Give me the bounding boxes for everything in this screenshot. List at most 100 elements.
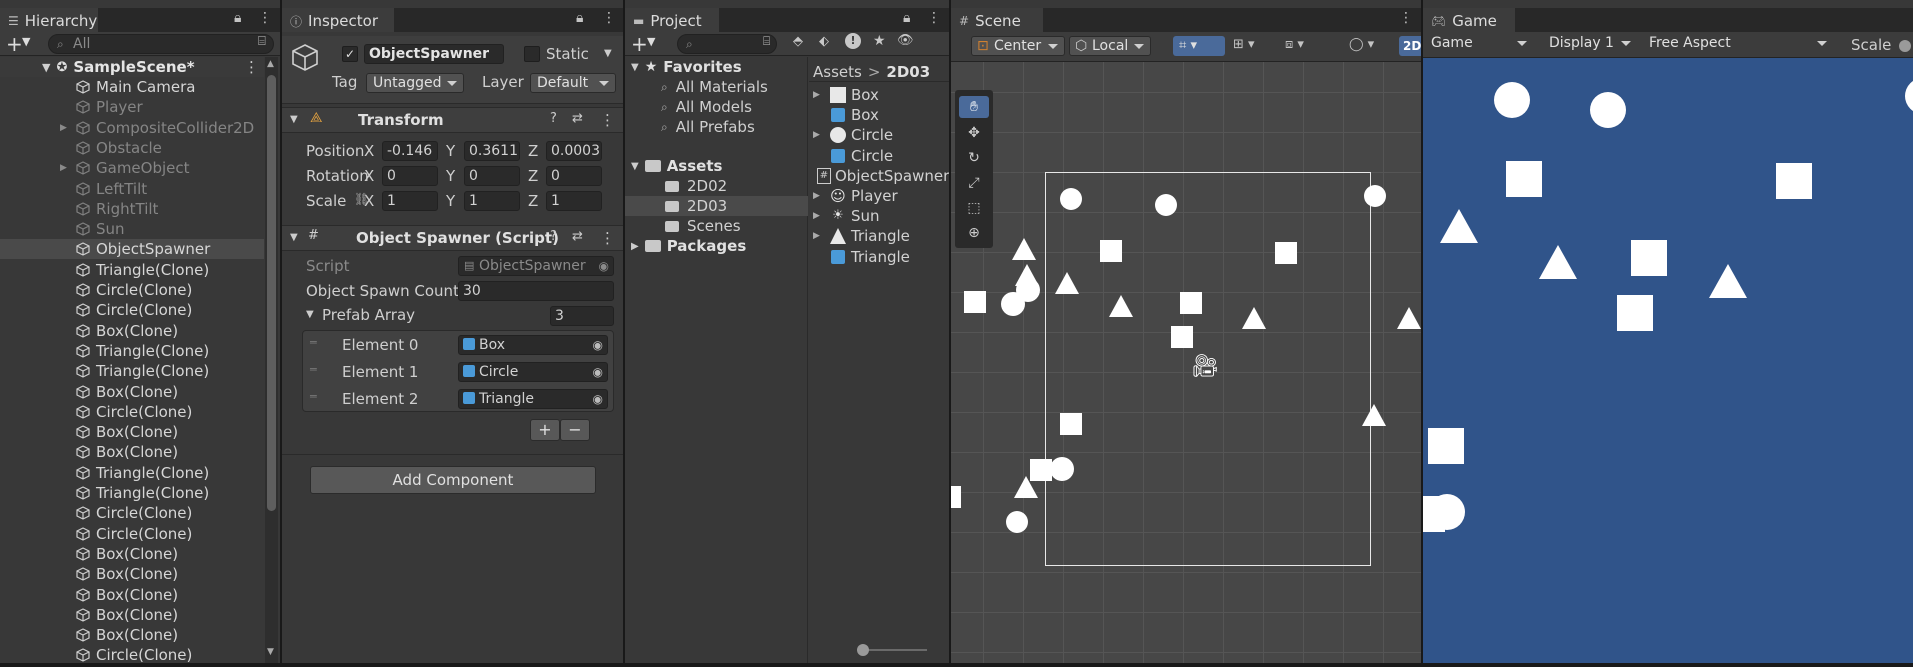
scene-circle[interactable]	[1006, 511, 1028, 533]
foldout-arrow-icon[interactable]: ▼	[290, 114, 298, 125]
help-icon[interactable]: ?	[550, 229, 557, 244]
scene-viewport[interactable]: ✋︎ ✥ ↻ ⤢ ⬚ ⊕ 🎥︎	[951, 62, 1421, 663]
2d-toggle[interactable]: 2D	[1399, 36, 1421, 56]
spawn-count-field[interactable]: 30	[458, 281, 614, 301]
array-element-field[interactable]: Triangle ◉	[458, 389, 608, 409]
aspect-dropdown[interactable]: Free Aspect	[1643, 34, 1833, 54]
more-menu-icon[interactable]: ⋮	[1399, 10, 1413, 26]
hierarchy-item[interactable]: Triangle(Clone)	[0, 483, 264, 503]
add-element-button[interactable]: +	[530, 419, 560, 441]
scene-circle[interactable]	[1001, 292, 1025, 316]
axis-y-label[interactable]: Y	[446, 167, 455, 185]
scene-box[interactable]	[1171, 326, 1193, 348]
rotate-tool[interactable]: ↻	[959, 147, 989, 169]
expand-arrow-icon[interactable]: ▶	[813, 231, 825, 241]
packages-row[interactable]: ▶ Packages	[625, 236, 746, 256]
array-element-field[interactable]: Box ◉	[458, 335, 608, 355]
more-menu-icon[interactable]: ⋮	[927, 10, 941, 26]
scene-triangle[interactable]	[1014, 476, 1038, 498]
pivot-dropdown[interactable]: ⊡ Center	[971, 36, 1065, 56]
hierarchy-item[interactable]: Triangle(Clone)	[0, 361, 264, 381]
axis-x-label[interactable]: X	[364, 142, 374, 160]
move-tool[interactable]: ✥	[959, 122, 989, 144]
add-button[interactable]: +	[6, 32, 23, 56]
axis-z-label[interactable]: Z	[528, 192, 538, 210]
axis-y-label[interactable]: Y	[446, 192, 455, 210]
axis-y-label[interactable]: Y	[446, 142, 455, 160]
star-icon[interactable]: ★	[873, 33, 886, 49]
hierarchy-item[interactable]: Triangle(Clone)	[0, 260, 264, 280]
hierarchy-item[interactable]: Box(Clone)	[0, 605, 264, 625]
scene-box[interactable]	[1180, 292, 1202, 314]
hierarchy-item[interactable]: Circle(Clone)	[0, 524, 264, 544]
chevron-down-icon[interactable]: ▼	[22, 35, 30, 48]
expand-arrow-icon[interactable]: ▼	[631, 161, 639, 172]
help-icon[interactable]: ?	[550, 111, 557, 126]
asset-folder-item[interactable]: 2D02	[625, 176, 808, 196]
asset-file-item[interactable]: ▶ ☀ Sun	[809, 206, 949, 226]
lock-icon[interactable]: 🔒︎	[576, 10, 583, 26]
hierarchy-item[interactable]: RightTilt	[0, 199, 264, 219]
expand-arrow-icon[interactable]: ▶	[60, 123, 72, 133]
increment-snap-icon[interactable]: ⧈ ▾	[1285, 37, 1304, 52]
add-button[interactable]: +	[631, 32, 648, 56]
more-menu-icon[interactable]: ⋮	[600, 111, 615, 129]
array-size-field[interactable]: 3	[550, 306, 614, 326]
transform-position-y-field[interactable]: 0.3611	[464, 141, 520, 161]
tab-project[interactable]: ▬ Project	[625, 8, 719, 32]
asset-file-item[interactable]: Box	[809, 105, 949, 125]
transform-rotation-y-field[interactable]: 0	[464, 166, 520, 186]
zoom-slider-handle[interactable]	[857, 644, 869, 656]
object-picker-icon[interactable]: ◉	[593, 336, 603, 354]
hierarchy-item[interactable]: Circle(Clone)	[0, 503, 264, 523]
draw-mode-icon[interactable]: ◯ ▾	[1349, 37, 1374, 52]
expand-arrow-icon[interactable]: ▶	[813, 191, 825, 201]
expand-arrow-icon[interactable]: ▼	[42, 61, 50, 74]
scale-slider-handle[interactable]	[1899, 40, 1911, 52]
transform-position-z-field[interactable]: 0.0003	[546, 141, 602, 161]
hierarchy-scrollbar[interactable]: ▲ ▼	[265, 57, 278, 663]
script-component-header[interactable]: ▼ # Object Spawner (Script) ? ⇄ ⋮	[282, 225, 623, 251]
search-input[interactable]: ⌕ All	[48, 34, 274, 54]
asset-folder-item[interactable]: 2D03	[625, 196, 808, 216]
camera-icon[interactable]: 🎥︎	[1191, 354, 1219, 379]
hierarchy-item[interactable]: Triangle(Clone)	[0, 463, 264, 483]
expand-arrow-icon[interactable]: ▶	[60, 163, 72, 173]
active-checkbox[interactable]: ✓	[342, 46, 358, 62]
hierarchy-item[interactable]: Player	[0, 97, 264, 117]
add-component-button[interactable]: Add Component	[310, 466, 596, 494]
scene-circle[interactable]	[1050, 457, 1074, 481]
asset-file-item[interactable]: ▶ Triangle	[809, 226, 949, 246]
expand-arrow-icon[interactable]: ▼	[631, 62, 639, 73]
hidden-count-icon[interactable]: 👁︎	[897, 33, 914, 48]
axis-z-label[interactable]: Z	[528, 142, 538, 160]
label-filter-icon[interactable]: ⬖	[819, 34, 829, 49]
hierarchy-item[interactable]: Circle(Clone)	[0, 402, 264, 422]
expand-arrow-icon[interactable]: ▶	[813, 130, 825, 140]
object-picker-icon[interactable]: ◉	[599, 257, 609, 275]
scroll-up-icon[interactable]: ▲	[267, 59, 274, 69]
scene-triangle[interactable]	[1055, 272, 1079, 294]
asset-file-item[interactable]: Circle	[809, 146, 949, 166]
filter-icon[interactable]: ⌸	[258, 34, 266, 49]
array-element-field[interactable]: Circle ◉	[458, 362, 608, 382]
gameobject-cube-icon[interactable]	[290, 42, 320, 76]
type-filter-icon[interactable]: ⬘	[793, 34, 803, 49]
preset-icon[interactable]: ⇄	[572, 229, 583, 244]
game-view-dropdown[interactable]: Game	[1425, 34, 1533, 54]
remove-element-button[interactable]: −	[560, 419, 590, 441]
hierarchy-item[interactable]: Sun	[0, 219, 264, 239]
hierarchy-item[interactable]: Box(Clone)	[0, 321, 264, 341]
axis-z-label[interactable]: Z	[528, 167, 538, 185]
warning-icon[interactable]: !	[845, 33, 861, 49]
more-menu-icon[interactable]: ⋮	[244, 58, 259, 76]
hierarchy-item[interactable]: Box(Clone)	[0, 442, 264, 462]
lock-icon[interactable]: 🔒︎	[903, 10, 910, 26]
filter-icon[interactable]: ⌸	[763, 34, 770, 49]
transform-rotation-z-field[interactable]: 0	[546, 166, 602, 186]
space-dropdown[interactable]: ⬡ Local	[1069, 36, 1151, 56]
more-menu-icon[interactable]: ⋮	[258, 10, 272, 26]
hierarchy-item[interactable]: ▶ CompositeCollider2D	[0, 118, 264, 138]
hierarchy-item[interactable]: Triangle(Clone)	[0, 341, 264, 361]
assets-row[interactable]: ▼ Assets	[625, 156, 722, 176]
